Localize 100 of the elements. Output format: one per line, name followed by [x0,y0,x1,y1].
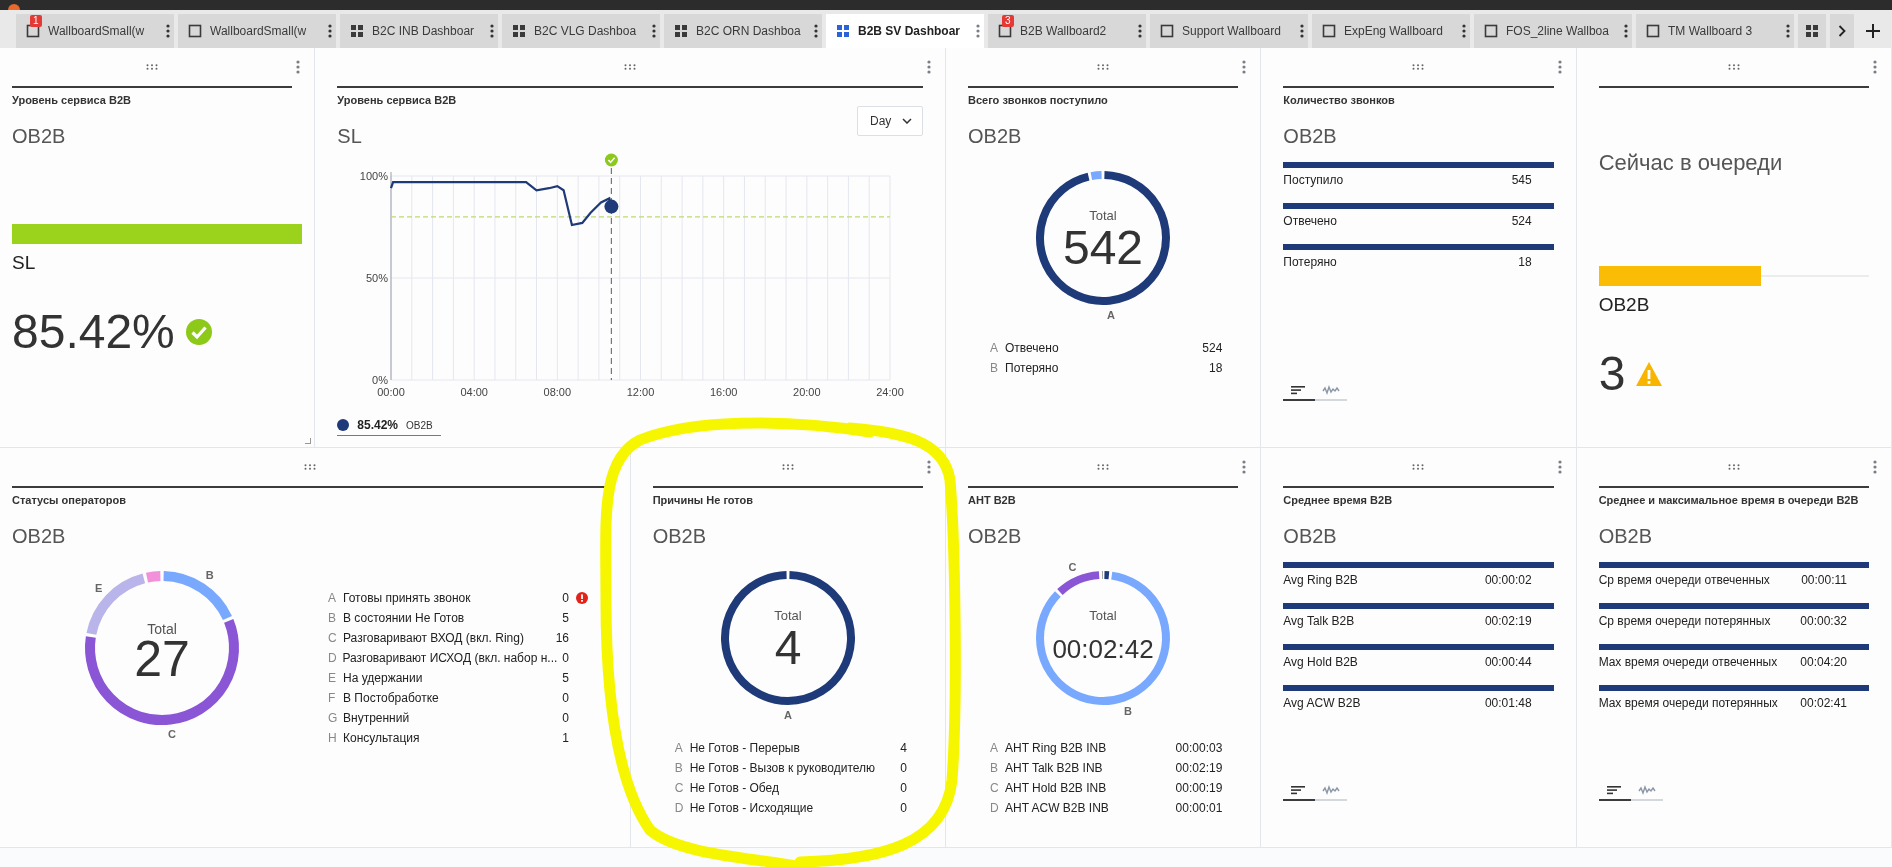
drag-handle-icon[interactable] [146,64,159,70]
queue-label: OB2B [1598,294,1651,316]
tab[interactable]: FOS_2line Wallboa [1474,14,1632,48]
resize-handle-icon[interactable] [305,438,312,444]
legend-dot [337,419,350,431]
legend-label: AHT Hold B2B INB [1005,781,1108,795]
more-icon[interactable] [814,24,818,38]
drag-handle-icon[interactable] [303,464,316,470]
legend-label: В Постобработке [343,691,440,705]
axis-label: 50% [366,272,389,284]
more-icon[interactable] [1300,24,1304,38]
legend-label: В состоянии Не Готов [343,611,466,625]
more-icon[interactable] [927,60,931,74]
axis-label: 0% [372,374,389,386]
more-icon[interactable] [1786,24,1790,38]
more-icon[interactable] [166,24,170,38]
legend-letter: D [674,801,685,815]
bar-label: Avg ACW B2B [1283,696,1361,710]
tab[interactable]: B2C INB Dashboar [340,14,498,48]
legend-value: 0 [900,761,907,775]
total-label: Total [774,608,802,623]
tab-badge: 3 [1002,15,1014,27]
tab[interactable]: ExpEng Wallboard [1312,14,1470,48]
square-icon [1322,24,1336,38]
bar-value: 00:00:02 [1484,573,1532,587]
grid-icon [1805,24,1819,38]
drag-handle-icon[interactable] [1412,64,1425,70]
bar-label: Max время очереди отвеченных [1598,655,1778,669]
bar-label: Отвечено [1283,214,1337,228]
more-icon[interactable] [1242,460,1247,474]
drag-handle-icon[interactable] [1727,464,1740,470]
axis-label: 08:00 [543,386,572,398]
more-icon[interactable] [1462,24,1466,38]
drag-handle-icon[interactable] [781,464,794,470]
more-icon[interactable] [490,24,494,38]
legend-value: 5 [562,611,569,625]
tab[interactable]: 3 B2B Wallboard2 [988,14,1146,48]
period-dropdown[interactable]: Day [857,106,923,136]
axis-label: 20:00 [793,386,821,398]
bar-label: Avg Hold B2B [1283,655,1358,669]
bar-value: 00:00:11 [1801,573,1847,587]
bar-value: 00:02:19 [1484,614,1532,628]
legend-value: 524 [1202,341,1223,355]
more-icon[interactable] [927,460,931,474]
tab[interactable] [1798,14,1826,48]
wave-icon [1322,785,1341,795]
drag-handle-icon[interactable] [624,64,637,70]
segment-label: B [1124,704,1133,717]
drag-handle-icon[interactable] [1097,464,1110,470]
app-icon[interactable] [8,4,20,10]
legend-letter: D [328,651,338,665]
drag-handle-icon[interactable] [1412,464,1425,470]
total-value: 00:02:42 [1052,634,1154,664]
panel-title: Среднее и максимальное время в очереди B2B [1598,494,1860,508]
panel-title: Статусы операторов [12,494,127,508]
bar-value: 545 [1511,173,1532,187]
tab[interactable]: B2C ORN Dashboa [664,14,822,48]
legend-label: Внутренний [343,711,411,725]
more-icon[interactable] [1138,24,1142,38]
legend-value: 00:00:01 [1175,801,1223,815]
drag-handle-icon[interactable] [1097,64,1110,70]
panel-title: Причины Не готов [652,494,754,508]
legend-letter: H [328,731,338,745]
total-label: Total [1089,608,1117,623]
more-icon[interactable] [328,24,332,38]
legend-label: Не Готов - Перерыв [689,741,801,755]
more-icon[interactable] [976,24,980,38]
panel-subtitle: OB2B [968,124,1023,148]
tab[interactable]: Support Wallboard [1150,14,1308,48]
bar-label: Ср время очереди отвеченных [1598,573,1770,587]
legend-letter: B [674,761,684,775]
more-icon[interactable] [1557,60,1562,74]
more-icon[interactable] [652,24,656,38]
legend-value: 18 [1208,361,1223,375]
tab[interactable]: B2C VLG Dashboa [502,14,660,48]
panel-title: AHT B2B [968,494,1017,508]
more-icon[interactable] [1557,460,1562,474]
tab[interactable]: TM Wallboard 3 [1636,14,1794,48]
legend-letter: C [990,781,1000,795]
tab[interactable]: B2B SV Dashboar [826,14,984,48]
legend-value: 0 [562,711,569,725]
bar-value: 524 [1511,214,1532,228]
tab[interactable]: 1 WallboardSmall(w [16,14,174,48]
more-icon[interactable] [1624,24,1628,38]
legend-label: Не Готов - Исходящие [689,801,815,815]
bar-label: Avg Ring B2B [1283,573,1358,587]
more-icon[interactable] [1873,60,1877,74]
scroll-right-button[interactable] [1830,14,1854,48]
drag-handle-icon[interactable] [1727,64,1740,70]
legend-value: 0 [562,691,569,705]
more-icon[interactable] [1873,460,1877,474]
metric-value: 3 [1598,346,1626,401]
more-icon[interactable] [1242,60,1247,74]
legend-label: На удержании [343,671,424,685]
legend-label: Не Готов - Вызов к руководителю [689,761,877,775]
more-icon[interactable] [296,60,301,74]
panel-title: Среднее время B2B [1283,494,1394,508]
tab[interactable]: WallboardSmall(w [178,14,336,48]
bar-label: Поступило [1283,173,1344,187]
legend-label: AHT ACW B2B INB [1005,801,1110,815]
